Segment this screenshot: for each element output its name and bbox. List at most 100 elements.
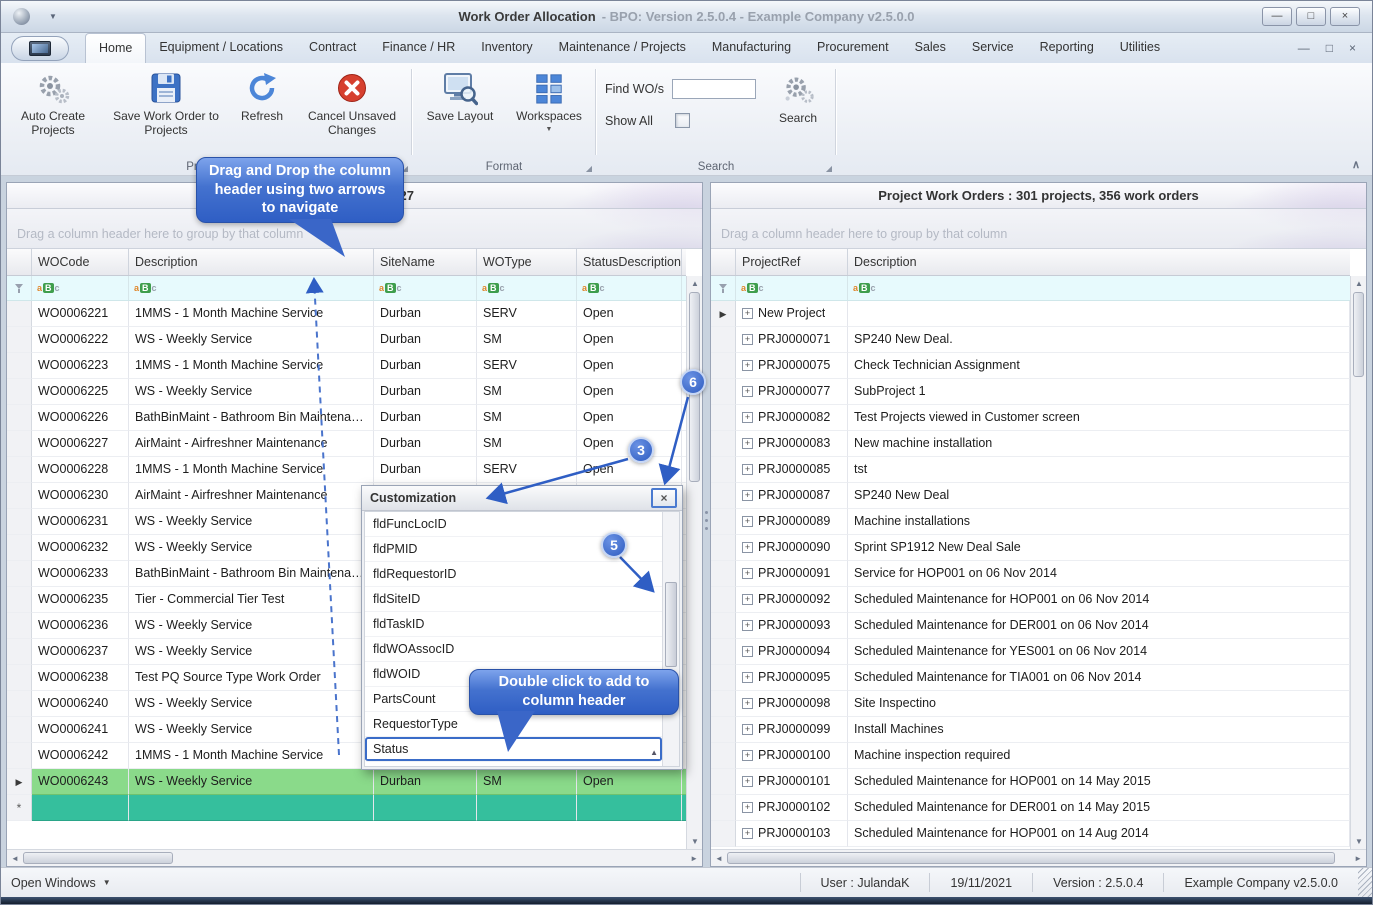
customization-field-item[interactable]: fldWOAssocID	[365, 637, 662, 662]
project-row[interactable]: + PRJ0000101 Scheduled Maintenance for H…	[711, 769, 1350, 795]
description-cell[interactable]: Service for HOP001 on 06 Nov 2014	[848, 561, 1350, 587]
description-cell[interactable]: WS - Weekly Service	[129, 639, 374, 665]
save-work-order-button[interactable]: Save Work Order to Projects	[105, 69, 227, 138]
wocode-cell[interactable]: WO0006240	[32, 691, 129, 717]
statusdescription-cell[interactable]: Open	[577, 379, 682, 405]
work-order-row[interactable]: WO0006221 1MMS - 1 Month Machine Service…	[7, 301, 686, 327]
project-row[interactable]: + PRJ0000102 Scheduled Maintenance for D…	[711, 795, 1350, 821]
description-cell[interactable]: Tier - Commercial Tier Test	[129, 587, 374, 613]
description-cell[interactable]: BathBinMaint - Bathroom Bin Maintenance	[129, 405, 374, 431]
projectref-cell[interactable]: + PRJ0000092	[736, 587, 848, 613]
projectref-cell[interactable]: + PRJ0000091	[736, 561, 848, 587]
project-row[interactable]: + PRJ0000089 Machine installations	[711, 509, 1350, 535]
project-row[interactable]: ▶ + New Project	[711, 301, 1350, 327]
wocode-cell[interactable]: WO0006228	[32, 457, 129, 483]
wocode-cell[interactable]: WO0006242	[32, 743, 129, 769]
wocode-cell[interactable]	[32, 795, 129, 821]
column-header-description[interactable]: Description	[848, 249, 1350, 275]
statusdescription-cell[interactable]: Open	[577, 457, 682, 483]
filter-description[interactable]: aBc	[129, 276, 374, 300]
projectref-cell[interactable]: + PRJ0000071	[736, 327, 848, 353]
mdi-close-icon[interactable]: ×	[1349, 41, 1356, 55]
wotype-cell[interactable]: SM	[477, 327, 577, 353]
wocode-cell[interactable]: WO0006221	[32, 301, 129, 327]
column-header-description[interactable]: Description	[129, 249, 374, 275]
expand-icon[interactable]: +	[742, 360, 753, 371]
column-header-projectref[interactable]: ProjectRef	[736, 249, 848, 275]
ribbon-tab[interactable]: Service	[959, 33, 1027, 63]
customization-field-item[interactable]: fldSiteID	[365, 587, 662, 612]
group-by-bar[interactable]: Drag a column header here to group by th…	[711, 209, 1366, 249]
project-row[interactable]: + PRJ0000094 Scheduled Maintenance for Y…	[711, 639, 1350, 665]
dialog-launcher-icon[interactable]: ◢	[826, 164, 832, 173]
description-cell[interactable]: Test PQ Source Type Work Order	[129, 665, 374, 691]
description-cell[interactable]: 1MMS - 1 Month Machine Service	[129, 743, 374, 769]
scroll-up-icon[interactable]: ▲	[650, 748, 658, 757]
project-row[interactable]: + PRJ0000087 SP240 New Deal	[711, 483, 1350, 509]
project-row[interactable]: + PRJ0000103 Scheduled Maintenance for H…	[711, 821, 1350, 847]
sitename-cell[interactable]: Durban	[374, 379, 477, 405]
work-order-row[interactable]: ▶ WO0006243 WS - Weekly Service Durban S…	[7, 769, 686, 795]
wocode-cell[interactable]: WO0006237	[32, 639, 129, 665]
application-menu-button[interactable]	[11, 36, 69, 61]
description-cell[interactable]: SP240 New Deal.	[848, 327, 1350, 353]
ribbon-tab[interactable]: Manufacturing	[699, 33, 804, 63]
ribbon-tab[interactable]: Maintenance / Projects	[546, 33, 699, 63]
customization-field-item[interactable]: fldTaskID	[365, 612, 662, 637]
expand-icon[interactable]: +	[742, 334, 753, 345]
work-order-row[interactable]: WO0006222 WS - Weekly Service Durban SM …	[7, 327, 686, 353]
work-order-row[interactable]: WO0006225 WS - Weekly Service Durban SM …	[7, 379, 686, 405]
description-cell[interactable]: Machine installations	[848, 509, 1350, 535]
wocode-cell[interactable]: WO0006225	[32, 379, 129, 405]
scroll-left-icon[interactable]: ◄	[11, 854, 19, 863]
customization-field-item[interactable]: Status	[365, 737, 662, 762]
work-order-row[interactable]: *	[7, 795, 686, 821]
projectref-cell[interactable]: + PRJ0000089	[736, 509, 848, 535]
ribbon-tab[interactable]: Utilities	[1107, 33, 1173, 63]
column-header-wotype[interactable]: WOType	[477, 249, 577, 275]
description-cell[interactable]: Site Inspectino	[848, 691, 1350, 717]
filter-statusdescription[interactable]: aBc	[577, 276, 682, 300]
project-row[interactable]: + PRJ0000093 Scheduled Maintenance for D…	[711, 613, 1350, 639]
projectref-cell[interactable]: + PRJ0000103	[736, 821, 848, 847]
horizontal-scrollbar[interactable]: ◄ ►	[7, 849, 702, 866]
wocode-cell[interactable]: WO0006231	[32, 509, 129, 535]
ribbon-tab[interactable]: Home	[85, 33, 146, 63]
expand-icon[interactable]: +	[742, 698, 753, 709]
expand-icon[interactable]: +	[742, 672, 753, 683]
scrollbar-thumb[interactable]	[1353, 292, 1364, 377]
wotype-cell[interactable]: SM	[477, 379, 577, 405]
dialog-close-button[interactable]: ×	[651, 488, 677, 508]
project-row[interactable]: + PRJ0000075 Check Technician Assignment	[711, 353, 1350, 379]
ribbon-tab[interactable]: Finance / HR	[369, 33, 468, 63]
project-row[interactable]: + PRJ0000092 Scheduled Maintenance for H…	[711, 587, 1350, 613]
projectref-cell[interactable]: + PRJ0000100	[736, 743, 848, 769]
work-order-row[interactable]: WO0006226 BathBinMaint - Bathroom Bin Ma…	[7, 405, 686, 431]
expand-icon[interactable]: +	[742, 412, 753, 423]
show-all-checkbox[interactable]	[675, 113, 690, 128]
customization-dialog-titlebar[interactable]: Customization ×	[362, 486, 682, 511]
description-cell[interactable]: WS - Weekly Service	[129, 613, 374, 639]
description-cell[interactable]: SubProject 1	[848, 379, 1350, 405]
scroll-left-icon[interactable]: ◄	[715, 854, 723, 863]
column-header-sitename[interactable]: SiteName	[374, 249, 477, 275]
projectref-cell[interactable]: + PRJ0000102	[736, 795, 848, 821]
filter-projectref[interactable]: aBc	[736, 276, 848, 300]
description-cell[interactable]	[848, 301, 1350, 327]
expand-icon[interactable]: +	[742, 438, 753, 449]
description-cell[interactable]: WS - Weekly Service	[129, 379, 374, 405]
description-cell[interactable]: Test Projects viewed in Customer screen	[848, 405, 1350, 431]
open-windows-button[interactable]: Open Windows ▼	[1, 876, 111, 890]
projectref-cell[interactable]: + PRJ0000075	[736, 353, 848, 379]
projectref-cell[interactable]: + PRJ0000082	[736, 405, 848, 431]
wocode-cell[interactable]: WO0006238	[32, 665, 129, 691]
expand-icon[interactable]: +	[742, 386, 753, 397]
description-cell[interactable]: AirMaint - Airfreshner Maintenance	[129, 431, 374, 457]
close-button[interactable]: ×	[1330, 7, 1360, 26]
statusdescription-cell[interactable]: Open	[577, 769, 682, 795]
column-header-statusdescription[interactable]: StatusDescription	[577, 249, 682, 275]
description-cell[interactable]: WS - Weekly Service	[129, 691, 374, 717]
ribbon-tab[interactable]: Contract	[296, 33, 369, 63]
maximize-button[interactable]: □	[1296, 7, 1326, 26]
wocode-cell[interactable]: WO0006226	[32, 405, 129, 431]
